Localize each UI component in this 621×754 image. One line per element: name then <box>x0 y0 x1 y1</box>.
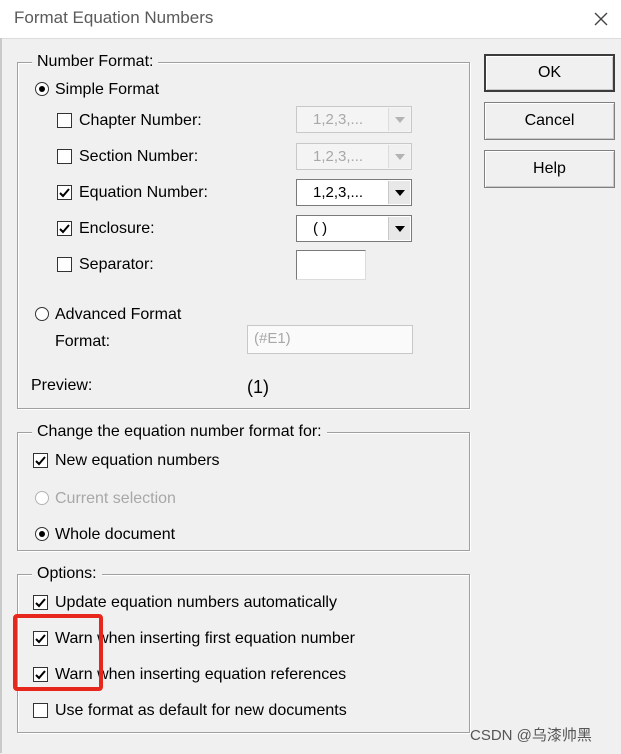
options-legend: Options: <box>32 564 102 584</box>
checkmark-icon <box>35 597 46 607</box>
advanced-format-radio[interactable] <box>35 307 49 321</box>
equation-number-dropdown[interactable]: 1,2,3,... <box>296 179 412 206</box>
ok-button[interactable]: OK <box>484 54 615 92</box>
current-selection-radio[interactable] <box>35 491 49 505</box>
chapter-number-checkbox[interactable] <box>57 113 72 128</box>
dialog-border <box>0 38 2 753</box>
number-format-legend: Number Format: <box>32 52 159 72</box>
window-title: Format Equation Numbers <box>14 8 214 27</box>
separator-checkbox[interactable] <box>57 257 72 272</box>
separator-label[interactable]: Separator: <box>79 255 154 275</box>
checkmark-icon <box>59 187 70 197</box>
enclosure-dropdown[interactable]: ( ) <box>296 215 412 242</box>
title-bar: Format Equation Numbers <box>0 0 621 38</box>
update-automatically-checkbox[interactable] <box>33 595 48 610</box>
enclosure-label[interactable]: Enclosure: <box>79 219 155 239</box>
chevron-down-icon[interactable] <box>388 145 410 168</box>
use-default-label[interactable]: Use format as default for new documents <box>55 701 347 721</box>
chapter-number-label[interactable]: Chapter Number: <box>79 111 202 131</box>
chapter-number-value: 1,2,3,... <box>313 111 364 128</box>
current-selection-label[interactable]: Current selection <box>55 489 176 509</box>
chevron-down-icon[interactable] <box>388 181 410 204</box>
equation-number-label[interactable]: Equation Number: <box>79 183 208 203</box>
close-icon[interactable] <box>588 6 614 32</box>
format-input[interactable]: (#E1) <box>247 325 413 354</box>
use-default-checkbox[interactable] <box>33 703 48 718</box>
equation-number-value: 1,2,3,... <box>313 184 364 201</box>
update-automatically-label[interactable]: Update equation numbers automatically <box>55 593 337 613</box>
change-format-legend: Change the equation number format for: <box>32 422 327 442</box>
section-number-label[interactable]: Section Number: <box>79 147 198 167</box>
section-number-dropdown[interactable]: 1,2,3,... <box>296 143 412 170</box>
format-value: (#E1) <box>254 330 291 347</box>
separator-input[interactable] <box>296 250 366 280</box>
checkmark-icon <box>35 455 46 465</box>
enclosure-value: ( ) <box>313 220 328 237</box>
preview-label: Preview: <box>31 377 93 394</box>
equation-number-checkbox[interactable] <box>57 185 72 200</box>
enclosure-checkbox[interactable] <box>57 221 72 236</box>
section-number-value: 1,2,3,... <box>313 148 364 165</box>
section-number-checkbox[interactable] <box>57 149 72 164</box>
new-equation-numbers-label[interactable]: New equation numbers <box>55 451 220 471</box>
whole-document-label[interactable]: Whole document <box>55 525 175 545</box>
watermark: CSDN @乌漆帅黑 <box>470 727 592 744</box>
simple-format-radio[interactable] <box>35 82 49 96</box>
whole-document-radio[interactable] <box>35 527 49 541</box>
highlight-annotation <box>13 614 103 691</box>
new-equation-numbers-checkbox[interactable] <box>33 453 48 468</box>
chevron-down-icon[interactable] <box>388 108 410 131</box>
format-label: Format: <box>55 333 111 350</box>
simple-format-label[interactable]: Simple Format <box>55 80 159 100</box>
advanced-format-label[interactable]: Advanced Format <box>55 305 181 325</box>
help-button[interactable]: Help <box>484 150 615 188</box>
preview-value: (1) <box>247 377 269 397</box>
cancel-button[interactable]: Cancel <box>484 102 615 140</box>
chapter-number-dropdown[interactable]: 1,2,3,... <box>296 106 412 133</box>
chevron-down-icon[interactable] <box>388 217 410 240</box>
checkmark-icon <box>59 223 70 233</box>
